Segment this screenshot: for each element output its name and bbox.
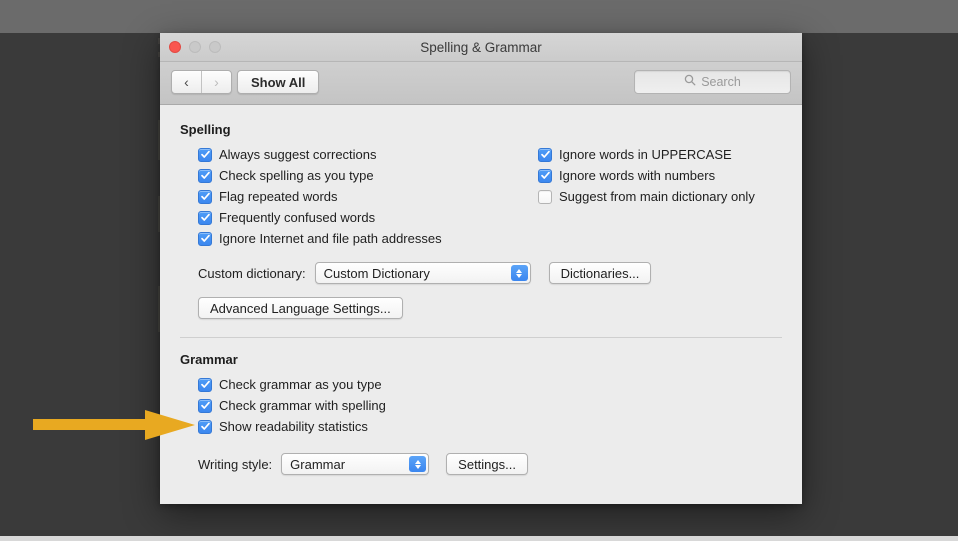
checkbox-check-spelling-as-you-type[interactable] bbox=[198, 169, 212, 183]
checkbox-check-grammar-with-spelling[interactable] bbox=[198, 399, 212, 413]
grammar-settings-button[interactable]: Settings... bbox=[446, 453, 528, 475]
checkbox-label: Check grammar with spelling bbox=[219, 398, 386, 413]
navigation-segmented-control: ‹ › bbox=[171, 70, 232, 94]
checkbox-label: Ignore words with numbers bbox=[559, 168, 715, 183]
desktop-bottom-band bbox=[0, 536, 958, 541]
checkbox-always-suggest-corrections[interactable] bbox=[198, 148, 212, 162]
checkbox-row-flag-repeated-words[interactable]: Flag repeated words bbox=[198, 186, 510, 207]
writing-style-row: Writing style: Grammar Settings... bbox=[180, 453, 782, 475]
checkbox-show-readability-statistics[interactable] bbox=[198, 420, 212, 434]
grammar-section-heading: Grammar bbox=[180, 352, 782, 367]
checkbox-ignore-internet-and-file-path-addresses[interactable] bbox=[198, 232, 212, 246]
search-field-inner: Search bbox=[684, 73, 741, 91]
custom-dictionary-value: Custom Dictionary bbox=[324, 266, 430, 281]
desktop-top-band bbox=[0, 0, 958, 33]
spelling-section-heading: Spelling bbox=[180, 122, 782, 137]
spelling-grammar-window: Spelling & Grammar ‹ › Show All S bbox=[160, 33, 802, 504]
chevron-up-down-icon bbox=[409, 456, 426, 472]
checkbox-flag-repeated-words[interactable] bbox=[198, 190, 212, 204]
checkbox-ignore-words-in-uppercase[interactable] bbox=[538, 148, 552, 162]
checkbox-label: Suggest from main dictionary only bbox=[559, 189, 755, 204]
checkbox-row-check-spelling-as-you-type[interactable]: Check spelling as you type bbox=[198, 165, 510, 186]
desktop: Spelling & Grammar ‹ › Show All S bbox=[0, 0, 958, 541]
preferences-content: Spelling Always suggest corrections bbox=[160, 105, 802, 502]
grammar-options-column: Check grammar as you type Check grammar … bbox=[180, 374, 782, 437]
checkbox-label: Check spelling as you type bbox=[219, 168, 374, 183]
checkbox-label: Frequently confused words bbox=[219, 210, 375, 225]
search-placeholder: Search bbox=[701, 75, 741, 89]
checkbox-label: Flag repeated words bbox=[219, 189, 338, 204]
window-toolbar: ‹ › Show All Search bbox=[160, 62, 802, 105]
advanced-language-settings-button[interactable]: Advanced Language Settings... bbox=[198, 297, 403, 319]
checkbox-row-check-grammar-as-you-type[interactable]: Check grammar as you type bbox=[198, 374, 782, 395]
advanced-language-settings-row: Advanced Language Settings... bbox=[180, 297, 782, 319]
checkbox-label: Show readability statistics bbox=[219, 419, 368, 434]
checkbox-check-grammar-as-you-type[interactable] bbox=[198, 378, 212, 392]
writing-style-value: Grammar bbox=[290, 457, 345, 472]
checkbox-label: Ignore Internet and file path addresses bbox=[219, 231, 442, 246]
checkbox-ignore-words-with-numbers[interactable] bbox=[538, 169, 552, 183]
custom-dictionary-popup-button[interactable]: Custom Dictionary bbox=[315, 262, 531, 284]
spelling-options-columns: Always suggest corrections Check spellin… bbox=[180, 144, 782, 249]
chevron-up-down-icon bbox=[511, 265, 528, 281]
show-all-button[interactable]: Show All bbox=[237, 70, 319, 94]
window-titlebar: Spelling & Grammar bbox=[160, 33, 802, 62]
checkbox-label: Always suggest corrections bbox=[219, 147, 377, 162]
search-icon bbox=[684, 73, 696, 91]
checkbox-label: Ignore words in UPPERCASE bbox=[559, 147, 732, 162]
checkbox-row-ignore-words-with-numbers[interactable]: Ignore words with numbers bbox=[538, 165, 755, 186]
checkbox-row-suggest-from-main-dictionary-only[interactable]: Suggest from main dictionary only bbox=[538, 186, 755, 207]
checkbox-row-ignore-words-in-uppercase[interactable]: Ignore words in UPPERCASE bbox=[538, 144, 755, 165]
spelling-options-right-column: Ignore words in UPPERCASE Ignore words w… bbox=[510, 144, 755, 249]
window-title: Spelling & Grammar bbox=[160, 33, 802, 62]
checkbox-row-always-suggest-corrections[interactable]: Always suggest corrections bbox=[198, 144, 510, 165]
checkbox-label: Check grammar as you type bbox=[219, 377, 382, 392]
search-field[interactable]: Search bbox=[634, 70, 791, 94]
checkbox-row-ignore-internet-and-file-path-addresses[interactable]: Ignore Internet and file path addresses bbox=[198, 228, 510, 249]
custom-dictionary-row: Custom dictionary: Custom Dictionary Dic… bbox=[180, 262, 782, 284]
section-divider bbox=[180, 337, 782, 338]
spelling-options-left-column: Always suggest corrections Check spellin… bbox=[180, 144, 510, 249]
writing-style-popup-button[interactable]: Grammar bbox=[281, 453, 429, 475]
custom-dictionary-label: Custom dictionary: bbox=[198, 266, 306, 281]
dictionaries-button[interactable]: Dictionaries... bbox=[549, 262, 652, 284]
checkbox-row-show-readability-statistics[interactable]: Show readability statistics bbox=[198, 416, 782, 437]
checkbox-row-check-grammar-with-spelling[interactable]: Check grammar with spelling bbox=[198, 395, 782, 416]
checkbox-suggest-from-main-dictionary-only[interactable] bbox=[538, 190, 552, 204]
back-button[interactable]: ‹ bbox=[172, 71, 201, 93]
checkbox-row-frequently-confused-words[interactable]: Frequently confused words bbox=[198, 207, 510, 228]
checkbox-frequently-confused-words[interactable] bbox=[198, 211, 212, 225]
forward-button[interactable]: › bbox=[202, 71, 231, 93]
writing-style-label: Writing style: bbox=[198, 457, 272, 472]
